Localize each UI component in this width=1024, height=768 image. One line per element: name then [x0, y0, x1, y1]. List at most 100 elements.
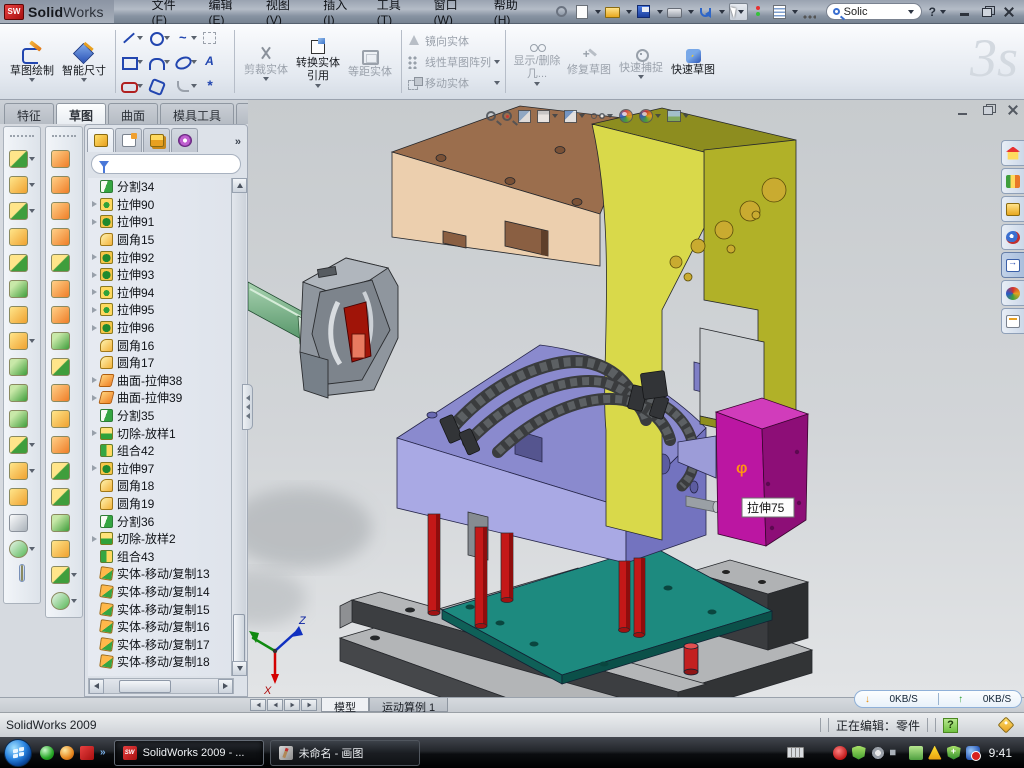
tree-item[interactable]: 实体-移动/复制15: [88, 600, 232, 618]
expand-arrow-icon[interactable]: [92, 219, 97, 225]
open-icon[interactable]: [605, 7, 620, 18]
minimize-button[interactable]: [958, 6, 972, 18]
move-entities-button[interactable]: 移动实体: [407, 73, 500, 92]
search-input[interactable]: Solic: [844, 6, 868, 18]
hscroll-thumb[interactable]: [119, 680, 171, 693]
feature-tool-button[interactable]: [9, 538, 35, 559]
tree-item[interactable]: 圆角18: [88, 477, 232, 495]
sync-blocked-icon[interactable]: [966, 746, 980, 760]
expand-arrow-icon[interactable]: [92, 465, 97, 471]
surface-tool-button[interactable]: [51, 278, 77, 299]
messenger-icon[interactable]: [40, 746, 54, 760]
core-block[interactable]: [397, 345, 718, 563]
feature-tool-button[interactable]: [9, 512, 35, 533]
tree-item[interactable]: 拉伸90: [88, 196, 232, 214]
tree-item[interactable]: 组合43: [88, 547, 232, 565]
feature-tool-button[interactable]: [9, 200, 35, 221]
tree-horizontal-scrollbar[interactable]: [88, 678, 234, 694]
view-settings-icon[interactable]: [667, 110, 689, 122]
linear-sketch-pattern-button[interactable]: 线性草图阵列: [407, 52, 500, 71]
tree-item[interactable]: 分割34: [88, 178, 232, 196]
save-caret[interactable]: [657, 10, 663, 14]
surface-tool-button[interactable]: [51, 330, 77, 351]
surface-tool-button[interactable]: [51, 434, 77, 455]
last-tab-button[interactable]: [301, 699, 317, 711]
section-view-icon[interactable]: [518, 110, 531, 123]
keyboard-layout-icon[interactable]: [787, 747, 804, 758]
new-document-icon[interactable]: [576, 5, 588, 19]
display-style-icon[interactable]: [537, 110, 558, 123]
feature-tool-button[interactable]: [9, 356, 35, 377]
feature-tool-button[interactable]: [9, 252, 35, 273]
slide-assembly[interactable]: [300, 258, 398, 398]
tree-item[interactable]: 拉伸92: [88, 248, 232, 266]
polygon-icon[interactable]: [148, 74, 175, 98]
featuremanager-tab[interactable]: [87, 128, 114, 152]
configurationmanager-tab[interactable]: [143, 128, 170, 152]
tags-icon[interactable]: [998, 717, 1015, 734]
task-pane-tab[interactable]: [1001, 224, 1024, 250]
zoom-area-icon[interactable]: [502, 111, 512, 121]
feature-tool-button[interactable]: [9, 382, 35, 403]
network-icon[interactable]: [909, 746, 923, 760]
expand-arrow-icon[interactable]: [92, 254, 97, 260]
feature-tool-button[interactable]: [9, 304, 35, 325]
expand-arrow-icon[interactable]: [92, 395, 97, 401]
tree-item[interactable]: 拉伸96: [88, 319, 232, 337]
antivirus-icon[interactable]: [852, 746, 866, 760]
sketch-button[interactable]: 草图绘制: [6, 41, 58, 83]
surface-tool-button[interactable]: [51, 200, 77, 221]
quick-tips-button[interactable]: ?: [943, 718, 958, 733]
convert-entities-button[interactable]: 转换实体引用: [292, 35, 344, 87]
offset-entities-button[interactable]: 等距实体: [344, 44, 396, 79]
surface-tool-button[interactable]: [51, 538, 77, 559]
tree-item[interactable]: 分割35: [88, 407, 232, 425]
save-icon[interactable]: [637, 5, 650, 18]
sketch-fillet-icon[interactable]: [175, 74, 202, 98]
panel-splitter-handle[interactable]: [242, 384, 253, 430]
quicklaunch-chevron[interactable]: »: [100, 747, 106, 758]
graphics-viewport[interactable]: φ X Y Z 拉伸75: [248, 100, 1024, 697]
pin-icon[interactable]: [556, 6, 567, 17]
mirror-entities-button[interactable]: 镜向实体: [407, 31, 500, 50]
appearances-icon[interactable]: [619, 109, 633, 123]
feature-tool-button[interactable]: [9, 226, 35, 247]
undo-icon[interactable]: [700, 8, 711, 17]
close-button[interactable]: [1002, 6, 1016, 18]
restore-button[interactable]: [980, 6, 994, 18]
repair-sketch-button[interactable]: 修复草图: [563, 46, 615, 77]
options-icon[interactable]: [773, 5, 786, 19]
surface-tool-button[interactable]: [51, 174, 77, 195]
tree-item[interactable]: 实体-移动/复制14: [88, 583, 232, 601]
3d-model[interactable]: φ X Y Z 拉伸75: [248, 100, 1024, 697]
insert-block[interactable]: φ: [716, 398, 808, 546]
feature-tool-button[interactable]: [9, 486, 35, 507]
expand-arrow-icon[interactable]: [92, 325, 97, 331]
tree-item[interactable]: 拉伸93: [88, 266, 232, 284]
tree-item[interactable]: 拉伸94: [88, 284, 232, 302]
surface-tool-button[interactable]: [51, 148, 77, 169]
health-shield-icon[interactable]: [947, 746, 961, 760]
expand-arrow-icon[interactable]: [92, 536, 97, 542]
open-caret[interactable]: [626, 10, 632, 14]
command-tab[interactable]: 曲面: [108, 103, 158, 124]
command-tab[interactable]: 模具工具: [160, 103, 234, 124]
feature-tool-button[interactable]: [9, 460, 35, 481]
next-tab-button[interactable]: [284, 699, 300, 711]
quick-snaps-button[interactable]: 快速捕捉: [615, 44, 667, 80]
scroll-down-button[interactable]: [232, 661, 247, 676]
surface-tool-button[interactable]: [51, 356, 77, 377]
task-pane-tab[interactable]: [1001, 196, 1024, 222]
tree-item[interactable]: 实体-移动/复制18: [88, 653, 232, 671]
surface-tool-button[interactable]: [51, 304, 77, 325]
tree-item[interactable]: 组合42: [88, 442, 232, 460]
tree-item[interactable]: 切除-放样2: [88, 530, 232, 548]
expand-arrow-icon[interactable]: [92, 201, 97, 207]
trim-entities-button[interactable]: 剪裁实体: [240, 42, 292, 82]
prev-tab-button[interactable]: [267, 699, 283, 711]
help-button[interactable]: ?: [929, 5, 936, 19]
doc-minimize-button[interactable]: [956, 104, 971, 117]
tree-item[interactable]: 拉伸97: [88, 460, 232, 478]
propertymanager-tab[interactable]: [115, 128, 142, 152]
taskbar-button[interactable]: 未命名 - 画图: [270, 740, 420, 766]
